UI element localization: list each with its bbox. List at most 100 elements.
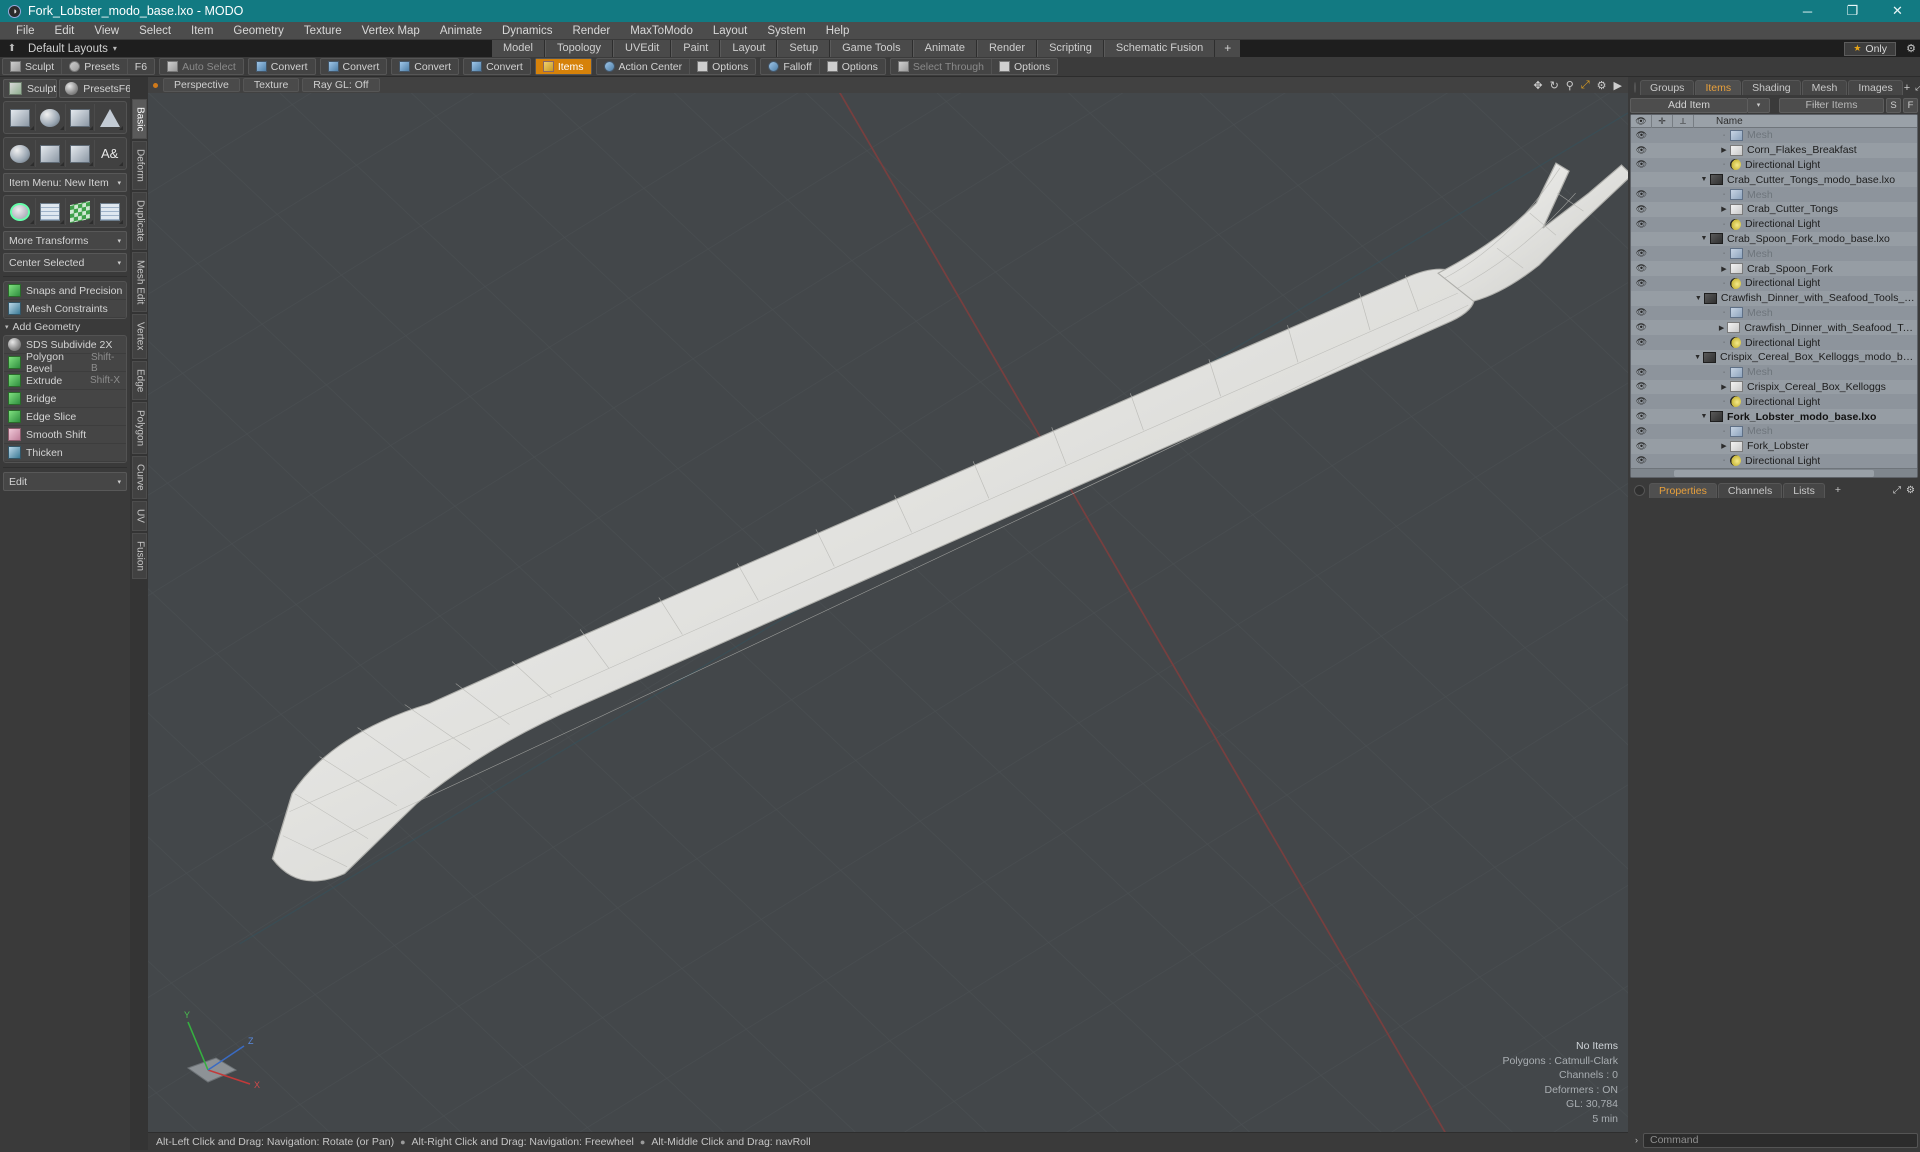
menu-item-texture[interactable]: Texture <box>294 22 352 40</box>
tree-row[interactable]: ▼ Crab_Spoon_Fork_modo_base.lxo <box>1631 231 1917 247</box>
geometry-item-extrude[interactable]: Extrude Shift-X <box>4 372 126 390</box>
layout-tab-paint[interactable]: Paint <box>671 40 721 57</box>
geometry-item-bridge[interactable]: Bridge <box>4 390 126 408</box>
tree-row[interactable]: 👁 · Directional Light <box>1631 454 1917 469</box>
viewport-3d[interactable]: Perspective Texture Ray GL: Off ✥ ↻ ⚲ ⤢ … <box>148 77 1628 1150</box>
layout-tab-uvedit[interactable]: UVEdit <box>613 40 672 57</box>
viewport-canvas[interactable]: Y X Z No Items Polygons : Catmull-Clark … <box>148 77 1628 1150</box>
geometry-item-polygon-bevel[interactable]: Polygon Bevel Shift-B <box>4 351 126 375</box>
add-layout-tab-button[interactable]: + <box>1215 40 1241 57</box>
snaps-and-precision-button[interactable]: Snaps and Precision <box>4 282 126 300</box>
menu-item-geometry[interactable]: Geometry <box>223 22 294 40</box>
eye-icon[interactable]: 👁 <box>1631 189 1652 200</box>
chevron-down-icon[interactable]: ▾ <box>113 44 117 53</box>
add-properties-tab-button[interactable]: + <box>1826 483 1850 498</box>
eye-icon[interactable]: 👁 <box>1631 337 1652 348</box>
tree-leaf-dot-icon[interactable]: · <box>1718 398 1730 405</box>
eye-icon[interactable]: 👁 <box>1631 248 1652 259</box>
properties-tab-lists[interactable]: Lists <box>1783 483 1825 499</box>
eye-column-icon[interactable]: 👁 <box>1631 114 1652 128</box>
menu-item-dynamics[interactable]: Dynamics <box>492 22 562 40</box>
tree-leaf-dot-icon[interactable]: · <box>1718 161 1730 168</box>
toolbar-items-button[interactable]: Items <box>535 59 591 74</box>
menu-item-select[interactable]: Select <box>129 22 181 40</box>
xform-column-icon[interactable]: ⟂ <box>1673 114 1694 128</box>
chevron-down-icon[interactable]: ▼ <box>1693 295 1704 302</box>
layout-tab-topology[interactable]: Topology <box>544 40 614 57</box>
viewport-raygl-chip[interactable]: Ray GL: Off <box>302 78 380 92</box>
tree-row[interactable]: 👁 · Directional Light <box>1631 276 1917 291</box>
eye-icon[interactable]: 👁 <box>1631 396 1652 407</box>
toolbar-convert-button[interactable]: Convert <box>249 59 315 74</box>
properties-tab-channels[interactable]: Channels <box>1717 483 1783 499</box>
layout-tab-layout[interactable]: Layout <box>720 40 778 57</box>
tree-row[interactable]: 👁 · Mesh <box>1631 365 1917 380</box>
edit-dropdown[interactable]: Edit ▾ <box>3 472 127 491</box>
tree-row[interactable]: 👁 · Directional Light <box>1631 394 1917 409</box>
left-vertical-tab-polygon[interactable]: Polygon <box>131 402 147 455</box>
tree-row[interactable]: 👁 · Directional Light <box>1631 158 1917 173</box>
eye-icon[interactable]: 👁 <box>1631 278 1652 289</box>
fit-icon[interactable]: ⤢ <box>1581 79 1590 92</box>
panel-menu-icon[interactable] <box>1634 82 1636 93</box>
menu-item-animate[interactable]: Animate <box>430 22 492 40</box>
items-tab-items[interactable]: Items <box>1695 80 1742 95</box>
sculpt-button[interactable]: Sculpt <box>3 79 58 98</box>
tree-leaf-dot-icon[interactable]: · <box>1718 309 1730 316</box>
menu-item-render[interactable]: Render <box>562 22 620 40</box>
tree-row[interactable]: ▼ Crawfish_Dinner_with_Seafood_Tools_mod.… <box>1631 290 1917 306</box>
sphere-icon[interactable] <box>36 104 66 131</box>
menu-item-view[interactable]: View <box>84 22 129 40</box>
tree-row[interactable]: 👁 · Mesh <box>1631 246 1917 261</box>
tree-row[interactable]: ▼ Crispix_Cereal_Box_Kelloggs_modo_base.l… <box>1631 349 1917 365</box>
center-selected-dropdown[interactable]: Center Selected ▾ <box>3 253 127 272</box>
tree-leaf-dot-icon[interactable]: · <box>1718 132 1730 139</box>
tree-leaf-dot-icon[interactable]: · <box>1718 250 1730 257</box>
menu-item-help[interactable]: Help <box>816 22 860 40</box>
toolbar-convert-button[interactable]: Convert <box>321 59 387 74</box>
chevron-right-icon[interactable]: ▶ <box>1614 79 1622 92</box>
minimize-button[interactable]: ─ <box>1785 0 1830 22</box>
tree-row[interactable]: 👁 · Mesh <box>1631 187 1917 202</box>
eye-icon[interactable]: 👁 <box>1631 322 1651 333</box>
tree-leaf-dot-icon[interactable]: · <box>1718 428 1730 435</box>
items-tab-mesh-[interactable]: Mesh ... <box>1801 80 1848 108</box>
eye-icon[interactable]: 👁 <box>1631 130 1652 141</box>
items-tab-groups[interactable]: Groups <box>1640 80 1695 95</box>
eye-icon[interactable]: 👁 <box>1631 263 1652 274</box>
menu-item-layout[interactable]: Layout <box>703 22 758 40</box>
tree-row[interactable]: 👁 · Mesh <box>1631 306 1917 321</box>
eye-icon[interactable]: 👁 <box>1631 159 1652 170</box>
grid-mesh-icon[interactable] <box>36 198 66 225</box>
chevron-down-icon[interactable]: ▼ <box>1692 354 1703 361</box>
gear-icon[interactable]: ⚙ <box>1902 42 1920 55</box>
command-input[interactable]: Command <box>1643 1132 1918 1148</box>
tree-row[interactable]: 👁 · Mesh <box>1631 128 1917 143</box>
tree-leaf-dot-icon[interactable]: · <box>1718 369 1730 376</box>
toolbar-convert-button[interactable]: Convert <box>464 59 530 74</box>
tree-leaf-dot-icon[interactable]: · <box>1718 280 1730 287</box>
gear-icon[interactable]: ⚙ <box>1597 79 1607 92</box>
cube-icon[interactable] <box>6 104 36 131</box>
add-item-dropdown[interactable]: ▾ <box>1748 97 1770 113</box>
layout-tab-schematic-fusion[interactable]: Schematic Fusion <box>1103 40 1216 57</box>
eye-icon[interactable]: 👁 <box>1631 426 1652 437</box>
tree-row[interactable]: 👁 ▶ Fork_Lobster <box>1631 438 1917 454</box>
chevron-down-icon[interactable]: ▼ <box>1698 176 1710 183</box>
more-transforms-dropdown[interactable]: More Transforms ▾ <box>3 231 127 250</box>
home-icon[interactable]: ⬆ <box>0 43 24 54</box>
spiral-icon[interactable] <box>36 140 66 167</box>
geometry-item-thicken[interactable]: Thicken <box>4 444 126 462</box>
cylinder-icon[interactable] <box>66 104 96 131</box>
viewport-menu-dot-icon[interactable] <box>153 82 158 88</box>
menu-item-edit[interactable]: Edit <box>45 22 85 40</box>
item-menu-dropdown[interactable]: Item Menu: New Item ▾ <box>3 173 127 192</box>
layout-tab-model[interactable]: Model <box>492 40 545 57</box>
menu-item-system[interactable]: System <box>757 22 815 40</box>
text-icon[interactable]: A& <box>95 140 124 167</box>
left-vertical-tab-fusion[interactable]: Fusion <box>131 532 147 579</box>
toolbar-sculpt-button[interactable]: Sculpt <box>3 59 63 74</box>
toolbar-f6-button[interactable]: F6 <box>128 59 154 74</box>
tree-leaf-dot-icon[interactable]: · <box>1718 457 1730 464</box>
tree-row[interactable]: 👁 ▶ Corn_Flakes_Breakfast <box>1631 142 1917 158</box>
